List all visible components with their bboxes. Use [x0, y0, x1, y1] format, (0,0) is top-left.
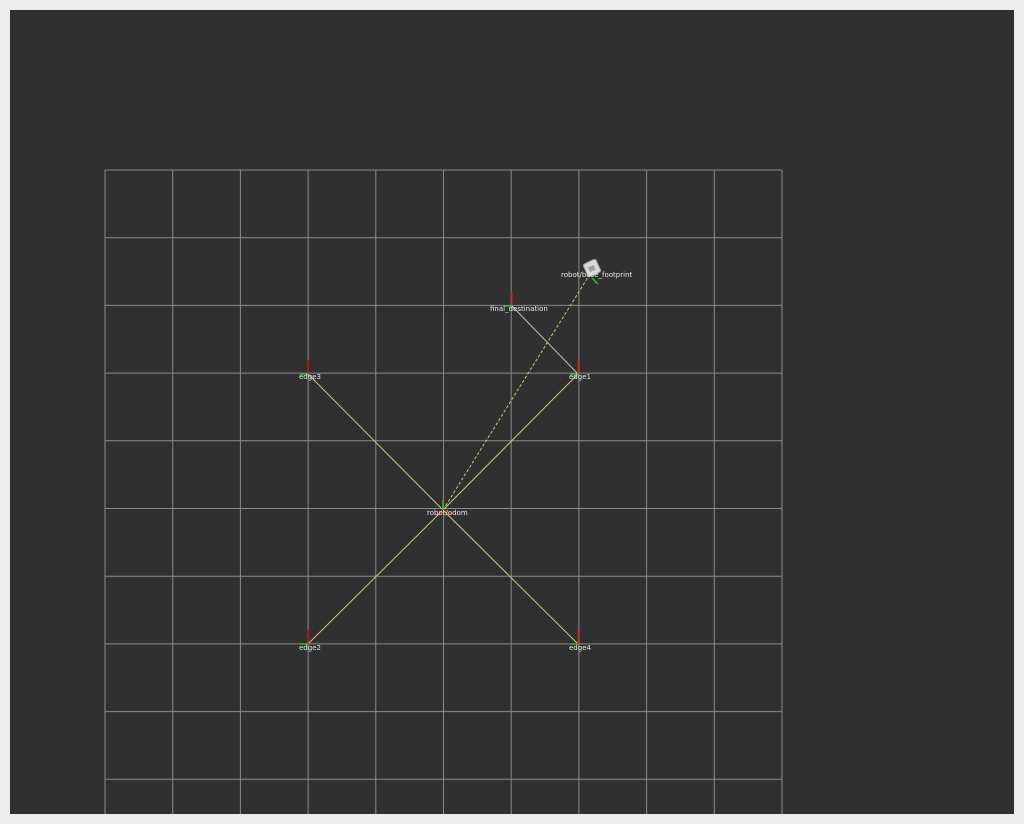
ground-grid: [104, 169, 783, 814]
tf-link-final-destination: [511, 305, 579, 375]
frame-label-final-destination: final_destination: [490, 305, 548, 313]
tf-link-edge4: [442, 509, 579, 645]
frame-label-edge1: edge1: [569, 373, 591, 381]
3d-viewport[interactable]: robot/base_footprint final_destination r…: [10, 10, 1014, 814]
frame-label-edge3: edge3: [299, 373, 321, 381]
frame-label-robot: robot/base_footprint: [561, 271, 632, 279]
frame-label-origin: robot/odom: [427, 509, 468, 517]
frame-labels: robot/base_footprint final_destination r…: [299, 271, 632, 652]
frame-label-edge4: edge4: [569, 644, 592, 652]
tf-links: [307, 273, 591, 645]
frame-label-edge2: edge2: [299, 644, 321, 652]
tf-link-edge1: [442, 373, 579, 511]
tf-axes: [300, 277, 599, 645]
scene-canvas[interactable]: robot/base_footprint final_destination r…: [10, 10, 1014, 814]
